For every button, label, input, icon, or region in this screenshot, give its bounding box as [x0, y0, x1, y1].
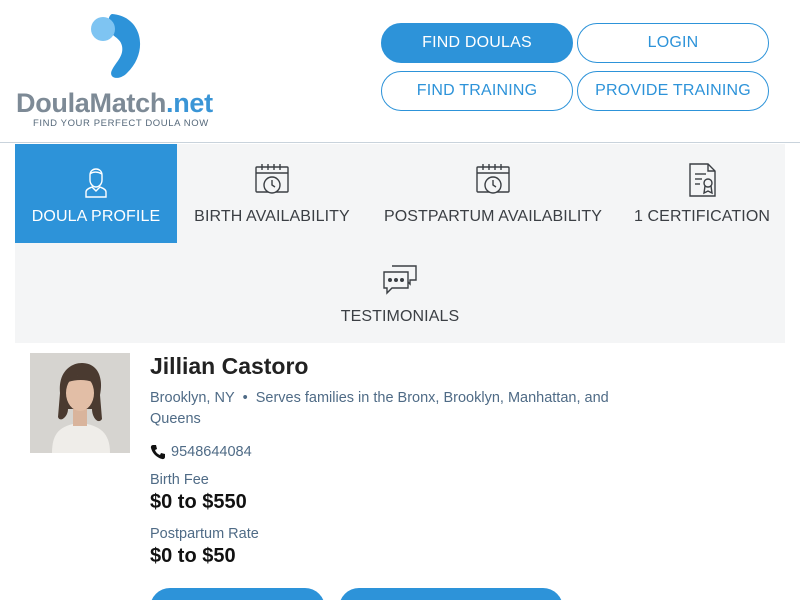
doula-city: Brooklyn, NY — [150, 390, 235, 406]
site-header: DoulaMatch.net FIND YOUR PERFECT DOULA N… — [0, 0, 800, 143]
secondary-action-button[interactable] — [339, 588, 563, 600]
phone-number[interactable]: 9548644084 — [171, 444, 252, 460]
profile-tabs: DOULA PROFILE BIRTH AVAILABILITY POSTPAR… — [15, 144, 785, 343]
birth-fee-label: Birth Fee — [150, 472, 209, 488]
calendar-clock-icon — [476, 164, 510, 194]
tab-label: DOULA PROFILE — [31, 208, 161, 225]
calendar-clock-icon — [255, 164, 289, 194]
postpartum-rate-value: $0 to $50 — [150, 545, 236, 567]
tab-label: TESTIMONIALS — [340, 308, 460, 325]
chat-bubbles-icon — [383, 265, 417, 295]
tab-birth-availability[interactable]: BIRTH AVAILABILITY — [177, 144, 367, 243]
separator-dot-icon: • — [242, 390, 248, 406]
birth-fee-value: $0 to $550 — [150, 491, 247, 513]
tab-doula-profile[interactable]: DOULA PROFILE — [15, 144, 177, 243]
certificate-icon — [689, 163, 716, 197]
doula-location: Brooklyn, NY • Serves families in the Bron… — [150, 388, 630, 430]
provide-training-button[interactable]: PROVIDE TRAINING — [577, 71, 769, 111]
contact-button[interactable] — [150, 588, 325, 600]
phone-icon — [150, 445, 165, 460]
phone-row[interactable]: 9548644084 — [150, 444, 252, 460]
login-button[interactable]: LOGIN — [577, 23, 769, 63]
doula-photo — [30, 353, 130, 453]
tab-label: POSTPARTUM AVAILABILITY — [383, 208, 603, 225]
logo-tagline: FIND YOUR PERFECT DOULA NOW — [33, 118, 209, 129]
find-doulas-button[interactable]: FIND DOULAS — [381, 23, 573, 63]
tab-label: 1 CERTIFICATION — [633, 208, 771, 225]
doula-name: Jillian Castoro — [150, 353, 309, 379]
logo-mark-icon — [91, 14, 141, 78]
find-training-button[interactable]: FIND TRAINING — [381, 71, 573, 111]
tab-certification[interactable]: 1 CERTIFICATION — [619, 144, 785, 243]
postpartum-rate-label: Postpartum Rate — [150, 526, 259, 542]
tab-postpartum-availability[interactable]: POSTPARTUM AVAILABILITY — [367, 144, 619, 243]
logo-wordmark: DoulaMatch.net — [16, 88, 213, 118]
tab-testimonials[interactable]: TESTIMONIALS — [307, 244, 493, 343]
site-logo[interactable]: DoulaMatch.net FIND YOUR PERFECT DOULA N… — [16, 12, 226, 132]
profile-portrait-image — [30, 353, 130, 453]
tab-label: BIRTH AVAILABILITY — [194, 208, 350, 225]
doula-avatar-icon — [85, 168, 107, 198]
